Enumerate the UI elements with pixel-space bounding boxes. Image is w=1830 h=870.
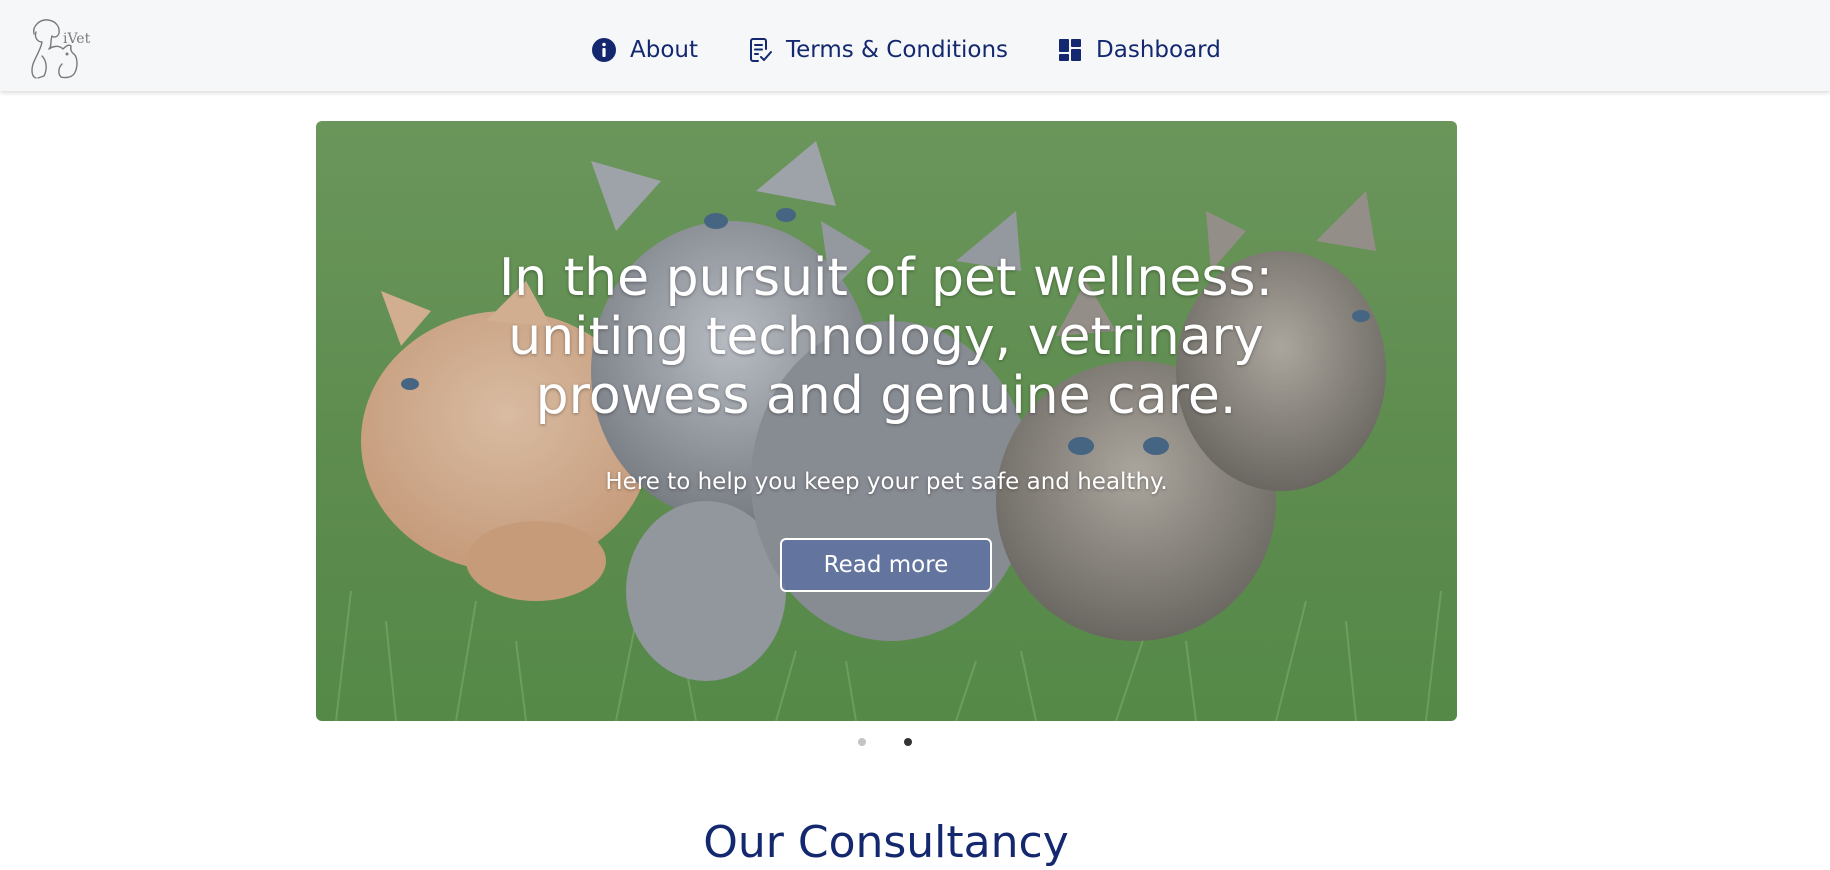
nav-terms-label: Terms & Conditions [786, 37, 1009, 63]
nav-dashboard-link[interactable]: Dashboard [1056, 36, 1221, 64]
hero-carousel[interactable]: In the pursuit of pet wellness: uniting … [316, 121, 1457, 721]
nav-about-label: About [630, 37, 699, 63]
carousel-indicators [858, 737, 912, 747]
section-title-our-consultancy: Our Consultancy [703, 817, 1069, 868]
svg-text:iVet: iVet [63, 31, 91, 47]
hero-title-line-3: prowess and genuine care. [535, 366, 1237, 426]
document-check-icon [746, 36, 774, 64]
carousel-dot-1[interactable] [858, 738, 866, 746]
hero-title-line-2: uniting technology, vetrinary [508, 307, 1264, 367]
navbar: iVet About Terms & Conditions Dashboard [0, 0, 1830, 91]
hero-content: In the pursuit of pet wellness: uniting … [316, 121, 1457, 721]
hero-title: In the pursuit of pet wellness: uniting … [486, 249, 1286, 426]
nav-dashboard-label: Dashboard [1096, 37, 1221, 63]
nav-terms-link[interactable]: Terms & Conditions [746, 36, 1008, 64]
read-more-button[interactable]: Read more [780, 538, 992, 592]
hero-title-line-1: In the pursuit of pet wellness: [498, 248, 1274, 308]
info-icon [590, 36, 618, 64]
dog-cat-icon: iVet [31, 19, 91, 79]
dashboard-icon [1056, 36, 1084, 64]
hero-subtitle: Here to help you keep your pet safe and … [605, 469, 1168, 495]
brand-logo[interactable]: iVet [28, 16, 94, 80]
main-nav: About Terms & Conditions Dashboard [590, 34, 1221, 66]
nav-about-link[interactable]: About [590, 36, 698, 64]
carousel-dot-2[interactable] [904, 738, 912, 746]
